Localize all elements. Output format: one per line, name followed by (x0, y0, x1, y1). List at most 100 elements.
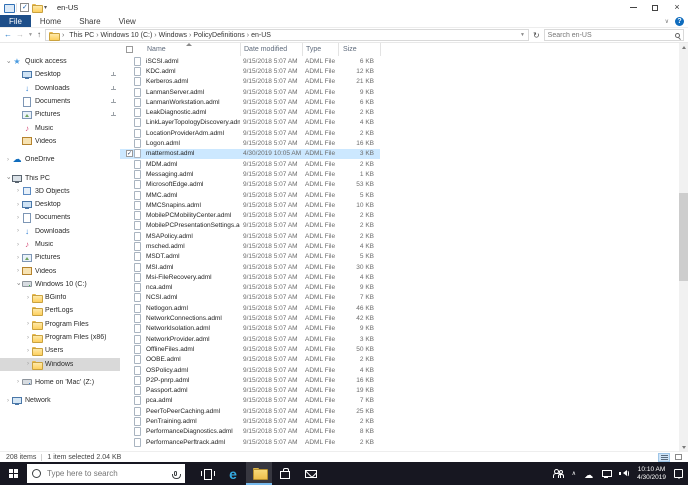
store-button[interactable] (272, 462, 298, 485)
file-row-performancediagnostics-adml[interactable]: PerformanceDiagnostics.adml 9/15/2018 5:0… (120, 427, 380, 437)
sidebar-item-network[interactable]: Network (0, 394, 120, 407)
sidebar-item-downloads[interactable]: Downloads (0, 225, 120, 238)
sidebar-item-users[interactable]: Users (0, 344, 120, 357)
file-row-leakdiagnostic-adml[interactable]: LeakDiagnostic.adml 9/15/2018 5:07 AM ADML… (120, 107, 380, 118)
file-row-ospolicy-adml[interactable]: OSPolicy.adml 9/15/2018 5:07 AM ADML File 4… (120, 365, 380, 375)
chevron-down-icon[interactable] (14, 280, 22, 288)
vertical-scrollbar[interactable] (679, 43, 688, 451)
file-row-offlinefiles-adml[interactable]: OfflineFiles.adml 9/15/2018 5:07 AM ADML F… (120, 344, 380, 354)
sidebar-item-windows-10-c[interactable]: Windows 10 (C:) (0, 278, 120, 291)
chevron-right-icon[interactable] (14, 254, 22, 262)
sidebar-item-music[interactable]: Music (0, 238, 120, 251)
minimize-button[interactable] (622, 0, 644, 15)
file-row-msi-filerecovery-adml[interactable]: Msi-FileRecovery.adml 9/15/2018 5:07 AM AD… (120, 272, 380, 282)
file-row-performanceperftrack-adml[interactable]: PerformancePerftrack.adml 9/15/2018 5:07 … (120, 437, 380, 447)
file-row-p2p-pnrp-adml[interactable]: P2P-pnrp.adml 9/15/2018 5:07 AM ADML File 1… (120, 375, 380, 385)
properties-qat-icon[interactable] (20, 3, 29, 12)
file-row-microsoftedge-adml[interactable]: MicrosoftEdge.adml 9/15/2018 5:07 AM ADML … (120, 180, 380, 190)
sidebar-item-videos[interactable]: Videos (0, 264, 120, 277)
volume-tray-icon[interactable] (619, 469, 630, 478)
tray-clock[interactable]: 10:10 AM 4/30/2019 (637, 466, 666, 481)
help-button[interactable]: ? (675, 16, 684, 26)
column-header-date-modified[interactable]: Date modified (240, 43, 302, 56)
start-button[interactable] (0, 462, 27, 485)
sidebar-item-bginfo[interactable]: BGinfo (0, 291, 120, 304)
file-row-msched-adml[interactable]: msched.adml 9/15/2018 5:07 AM ADML File 4 K… (120, 241, 380, 251)
breadcrumb-item-windows-10-c[interactable]: Windows 10 (C:) (100, 32, 154, 39)
file-row-msapolicy-adml[interactable]: MSAPolicy.adml 9/15/2018 5:07 AM ADML File… (120, 231, 380, 241)
sidebar-item-quick-access[interactable]: Quick access (0, 55, 120, 68)
breadcrumb-item-windows[interactable]: Windows (158, 32, 188, 39)
sidebar-item-windows[interactable]: Windows (0, 357, 120, 371)
file-explorer-button[interactable] (246, 462, 272, 485)
sidebar-item-desktop[interactable]: Desktop (0, 198, 120, 211)
tray-expand-icon[interactable]: ∧ (572, 470, 576, 477)
recent-locations-dropdown-icon[interactable]: ▼ (28, 30, 33, 40)
task-view-button[interactable] (194, 462, 220, 485)
header-checkbox[interactable] (126, 46, 133, 53)
up-button[interactable]: ↑ (37, 30, 41, 40)
file-row-msdt-adml[interactable]: MSDT.adml 9/15/2018 5:07 AM ADML File 5 KB (120, 252, 380, 262)
sidebar-item-desktop[interactable]: Desktop (0, 68, 120, 81)
breadcrumb-item-policydefinitions[interactable]: PolicyDefinitions (192, 32, 245, 39)
file-row-mobilepcmobilitycenter-adml[interactable]: MobilePCMobilityCenter.adml 9/15/2018 5:0… (120, 210, 380, 221)
file-row-networkprovider-adml[interactable]: NetworkProvider.adml 9/15/2018 5:07 AM ADM… (120, 334, 380, 344)
file-row-peertopeercaching-adml[interactable]: PeerToPeerCaching.adml 9/15/2018 5:07 AM A… (120, 406, 380, 416)
chevron-right-icon[interactable] (14, 227, 22, 235)
sidebar-item-downloads[interactable]: Downloads (0, 82, 120, 95)
chevron-right-icon[interactable] (4, 156, 12, 164)
file-row-mdm-adml[interactable]: MDM.adml 9/15/2018 5:07 AM ADML File 2 KB (120, 159, 380, 169)
file-row-mattermost-adml[interactable]: mattermost.adml 4/30/2019 10:05 AMADML Fi… (120, 148, 380, 159)
sidebar-item-home-on-mac-z[interactable]: Home on 'Mac' (Z:) (0, 376, 120, 389)
scroll-down-button[interactable] (679, 443, 688, 451)
file-row-lanmanserver-adml[interactable]: LanmanServer.adml 9/15/2018 5:07 AM ADML F… (120, 87, 380, 97)
file-row-networkisolation-adml[interactable]: NetworkIsolation.adml 9/15/2018 5:07 AM AD… (120, 324, 380, 334)
chevron-right-icon[interactable] (24, 334, 32, 342)
scroll-up-button[interactable] (679, 43, 688, 51)
sidebar-item-videos[interactable]: Videos (0, 135, 120, 148)
sidebar-item-program-files[interactable]: Program Files (0, 318, 120, 331)
sidebar-item-3d-objects[interactable]: 3D Objects (0, 185, 120, 198)
file-row-mmcsnapins-adml[interactable]: MMCSnapins.adml 9/15/2018 5:07 AM ADML Fil… (120, 200, 380, 210)
search-box[interactable] (543, 29, 684, 41)
chevron-right-icon[interactable] (14, 267, 22, 275)
chevron-right-icon[interactable] (14, 201, 22, 209)
scrollbar-thumb[interactable] (679, 193, 688, 281)
file-row-passport-adml[interactable]: Passport.adml 9/15/2018 5:07 AM ADML File 1… (120, 386, 380, 396)
file-row-mobilepcpresentationsettings-adml[interactable]: MobilePCPresentationSettings.adml 9/15/20… (120, 221, 380, 231)
breadcrumb-item-this-pc[interactable]: This PC (68, 32, 95, 39)
search-input[interactable] (547, 31, 673, 39)
microphone-icon[interactable] (172, 471, 181, 479)
qat-dropdown-icon[interactable]: ▾ (44, 4, 47, 11)
file-row-messaging-adml[interactable]: Messaging.adml 9/15/2018 5:07 AM ADML File… (120, 169, 380, 179)
expand-ribbon-icon[interactable]: ∨ (665, 18, 669, 25)
file-row-linklayertopologydiscovery-adml[interactable]: LinkLayerTopologyDiscovery.adml 9/15/2018… (120, 118, 380, 128)
chevron-right-icon[interactable] (24, 294, 32, 302)
file-row-networkconnections-adml[interactable]: NetworkConnections.adml 9/15/2018 5:07 AM… (120, 313, 380, 324)
details-view-button[interactable] (658, 452, 670, 462)
forward-button[interactable]: → (16, 30, 24, 40)
file-row-iscsi-adml[interactable]: iSCSI.adml 9/15/2018 5:07 AM ADML File 6 KB (120, 56, 380, 66)
file-row-pca-adml[interactable]: pca.adml 9/15/2018 5:07 AM ADML File 7 KB (120, 396, 380, 406)
file-row-lanmanworkstation-adml[interactable]: LanmanWorkstation.adml 9/15/2018 5:07 AM A… (120, 97, 380, 107)
chevron-down-icon[interactable] (4, 58, 12, 66)
file-row-kerberos-adml[interactable]: Kerberos.adml 9/15/2018 5:07 AM ADML File 2… (120, 77, 380, 87)
column-header-size[interactable]: Size (338, 43, 380, 56)
close-button[interactable]: × (666, 0, 688, 15)
chevron-right-icon[interactable] (24, 320, 32, 328)
file-row-locationprovideradm-adml[interactable]: LocationProviderAdm.adml 9/15/2018 5:07 A… (120, 128, 380, 138)
file-row-oobe-adml[interactable]: OOBE.adml 9/15/2018 5:07 AM ADML File 2 KB (120, 355, 380, 365)
chevron-right-icon[interactable] (24, 347, 32, 355)
file-row-mmc-adml[interactable]: MMC.adml 9/15/2018 5:07 AM ADML File 5 KB (120, 190, 380, 200)
file-checkbox[interactable] (126, 150, 133, 158)
edge-button[interactable]: e (220, 462, 246, 485)
column-header-name[interactable]: Name (120, 43, 240, 56)
sidebar-item-program-files-x86[interactable]: Program Files (x86) (0, 331, 120, 344)
people-icon[interactable] (552, 469, 564, 478)
mail-button[interactable] (298, 462, 324, 485)
tab-home[interactable]: Home (31, 15, 70, 27)
tab-file[interactable]: File (0, 15, 31, 27)
onedrive-tray-icon[interactable] (584, 465, 593, 483)
file-row-logon-adml[interactable]: Logon.adml 9/15/2018 5:07 AM ADML File 16 K… (120, 138, 380, 149)
column-header-type[interactable]: Type (302, 43, 338, 56)
